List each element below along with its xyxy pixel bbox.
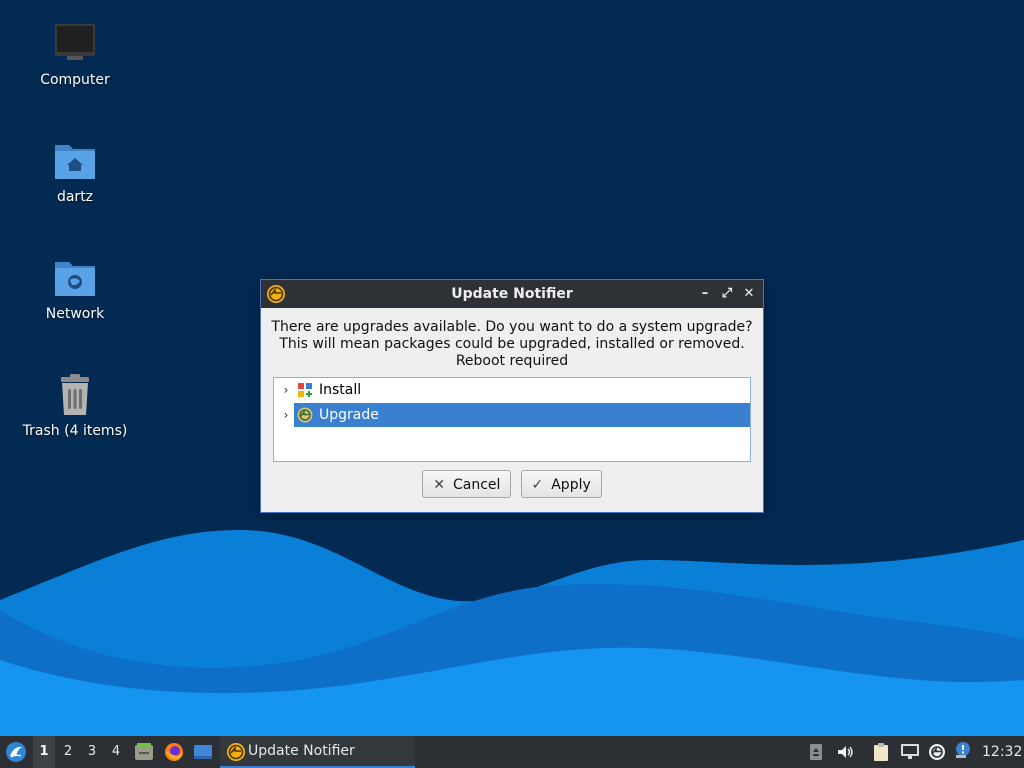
network-folder-icon [55,262,95,296]
close-icon: ✕ [433,477,445,493]
upgrade-icon [297,407,313,423]
install-packages-icon [298,383,312,397]
tray-volume[interactable] [836,736,856,768]
message-line: There are upgrades available. Do you wan… [271,319,753,335]
desktop-icon-label: Network [45,306,105,322]
checkmark-icon: ✓ [531,477,544,493]
desktop-icon-computer[interactable]: Computer [10,22,140,88]
tree-row-label: Install [319,382,362,398]
desktop-icon [194,745,212,759]
message-line: This will mean packages could be upgrade… [279,336,745,352]
desktop-icon-trash[interactable]: Trash (4 items) [10,373,140,439]
message-line: Reboot required [455,353,569,369]
computer-icon [55,24,95,60]
volume-icon [838,746,853,758]
tray-clipboard[interactable] [872,736,892,768]
apply-button[interactable]: ✓ Apply [520,470,602,498]
tray-notification[interactable] [954,736,974,768]
tree-row-label: Upgrade [319,407,379,423]
update-notifier-icon [267,285,285,303]
cancel-button[interactable]: ✕ Cancel [422,470,512,498]
taskbar-task-update-notifier[interactable]: Update Notifier [220,736,415,768]
home-folder-icon [55,145,95,179]
close-icon[interactable]: ✕ [741,286,757,302]
start-menu-button[interactable] [4,736,28,768]
task-label: Update Notifier [248,743,355,759]
desktop-icon-network[interactable]: Network [10,256,140,322]
dialog-message: There are upgrades available. Do you wan… [261,319,763,370]
minimize-icon[interactable]: – [697,286,713,302]
show-desktop-launcher[interactable] [193,736,215,768]
tree-row-install[interactable]: › Install [274,378,750,402]
cancel-button-label: Cancel [452,477,501,493]
removable-drive-icon [810,744,822,760]
tray-update-notifier[interactable] [928,736,948,768]
chevron-right-icon[interactable]: › [280,378,292,402]
chevron-right-icon[interactable]: › [280,403,292,427]
workspace-1[interactable]: 1 [33,736,55,768]
clock[interactable]: 12:32 [982,736,1022,768]
desktop-icon-label: dartz [56,189,94,205]
workspace-2[interactable]: 2 [57,736,79,768]
clipboard-icon [874,743,888,761]
desktop-icon-home-folder[interactable]: dartz [10,139,140,205]
desktop-icon-label: Trash (4 items) [22,423,128,439]
workspace-3[interactable]: 3 [81,736,103,768]
update-notifier-icon [227,743,245,761]
maximize-icon[interactable]: ⤢ [719,286,735,302]
file-manager-launcher[interactable] [134,736,156,768]
update-notifier-dialog: Update Notifier – ⤢ ✕ There are upgrades… [260,279,764,513]
network-wired-icon [901,744,919,759]
update-sync-icon [929,744,945,760]
workspace-4[interactable]: 4 [105,736,127,768]
desktop-icon-label: Computer [40,72,110,88]
tree-row-upgrade[interactable]: › Upgrade [274,403,750,427]
taskbar: 1 2 3 4 Update Notifier 12:32 [0,736,1024,768]
upgrade-options-tree[interactable]: › Install › Upgrade [273,377,751,462]
desktop: Computer dartz Network Trash (4 items) U… [0,0,1024,736]
firefox-launcher[interactable] [164,736,186,768]
dialog-title: Update Notifier [451,286,573,302]
firefox-icon [165,743,183,761]
info-alert-icon [956,742,970,758]
dialog-button-row: ✕ Cancel ✓ Apply [261,470,763,498]
tray-network[interactable] [900,736,920,768]
trash-icon [61,374,89,415]
tray-storage[interactable] [808,736,826,768]
dialog-titlebar[interactable]: Update Notifier – ⤢ ✕ [261,280,763,308]
apply-button-label: Apply [551,477,591,493]
file-manager-icon [135,743,153,760]
lubuntu-logo-icon [6,742,26,762]
